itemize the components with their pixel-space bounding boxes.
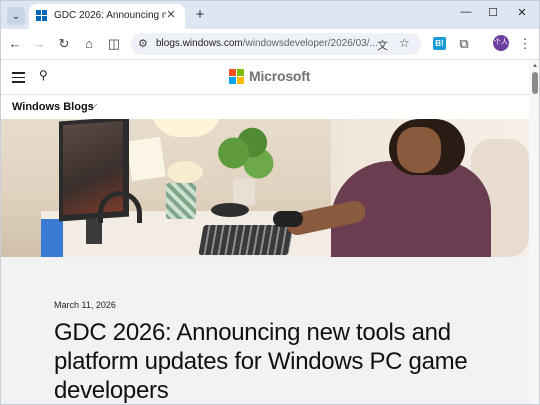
url-host: blogs.windows.com [156, 38, 243, 49]
close-window-button[interactable]: ✕ [512, 6, 532, 19]
microsoft-wordmark: Microsoft [249, 68, 311, 84]
site-header: ⚲ Microsoft [1, 60, 529, 95]
article-date: March 11, 2026 [54, 300, 116, 310]
url-path: /windowsdeveloper/2026/03/... [242, 38, 378, 49]
minimize-button[interactable]: — [456, 6, 476, 18]
browser-window: ⌄ GDC 2026: Announcing new to ✕ + — ☐ ✕ … [0, 0, 540, 405]
scrollbar-thumb[interactable] [532, 72, 538, 94]
bookmark-star-icon[interactable]: ☆ [399, 36, 410, 50]
address-url[interactable]: blogs.windows.com/windowsdeveloper/2026/… [156, 38, 378, 49]
browser-toolbar: ← → ↻ ⌂ ◫ ⚙ blogs.windows.com/windowsdev… [1, 29, 539, 60]
tab-close-icon[interactable]: ✕ [164, 8, 178, 21]
forward-icon[interactable]: → [31, 36, 47, 52]
back-icon[interactable]: ← [7, 36, 23, 52]
tab-active[interactable]: GDC 2026: Announcing new to ✕ [29, 4, 185, 29]
translate-icon[interactable]: 文 [377, 37, 388, 53]
search-icon[interactable]: ⚲ [39, 68, 48, 82]
hamburger-menu-icon[interactable] [12, 72, 25, 86]
address-bar[interactable]: ⚙ blogs.windows.com/windowsdeveloper/202… [131, 33, 421, 55]
new-tab-button[interactable]: + [191, 6, 209, 23]
home-icon[interactable]: ⌂ [81, 36, 97, 52]
page-scrollbar[interactable]: ▲ [529, 60, 539, 404]
blog-nav: Windows Blogs ⌵ [1, 95, 529, 119]
article-headline: GDC 2026: Announcing new tools and platf… [54, 319, 468, 404]
microsoft-logo[interactable]: Microsoft [229, 68, 310, 84]
split-view-icon[interactable]: ◫ [106, 36, 122, 52]
tab-title: GDC 2026: Announcing new to [54, 10, 166, 21]
windows-blogs-menu[interactable]: Windows Blogs [12, 101, 94, 113]
microsoft-squares-icon [229, 68, 244, 84]
hero-image [1, 119, 529, 257]
extension-icon[interactable]: B! [433, 37, 446, 50]
scroll-up-icon[interactable]: ▲ [532, 63, 538, 69]
tab-strip: ⌄ GDC 2026: Announcing new to ✕ + — ☐ ✕ [1, 1, 539, 29]
chevron-down-icon[interactable]: ⌵ [89, 99, 97, 112]
browser-menu-icon[interactable]: ⋮ [517, 36, 533, 52]
extensions-puzzle-icon[interactable]: ⧉ [456, 36, 472, 52]
profile-avatar[interactable]: 个人 [493, 35, 509, 51]
maximize-button[interactable]: ☐ [483, 6, 503, 19]
page-content: ⚲ Microsoft Windows Blogs ⌵ March 11, 20… [1, 60, 529, 404]
windows-favicon-icon [36, 10, 48, 22]
tab-search-button[interactable]: ⌄ [7, 7, 25, 25]
site-info-icon[interactable]: ⚙ [138, 37, 148, 50]
reload-icon[interactable]: ↻ [56, 36, 72, 52]
